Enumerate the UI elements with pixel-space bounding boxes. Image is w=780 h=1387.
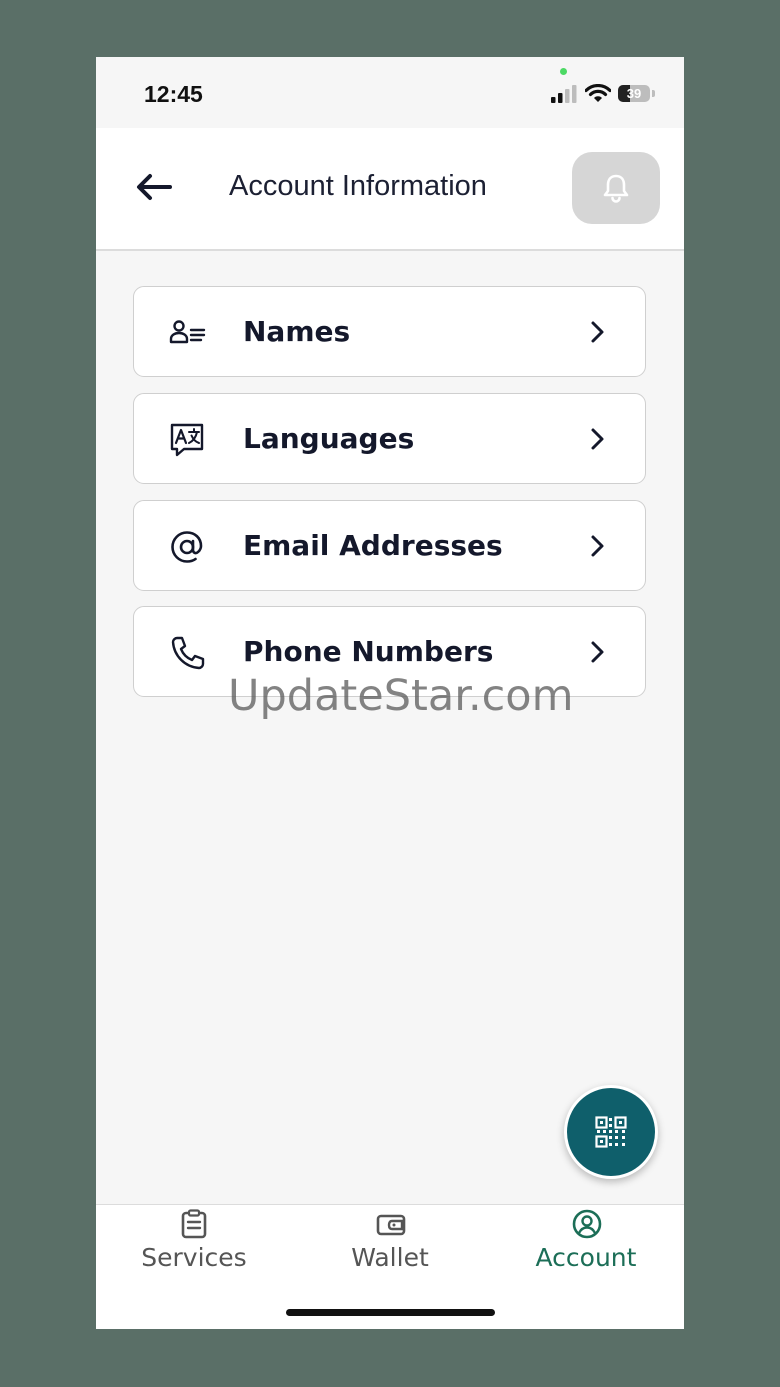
translate-icon: [170, 423, 204, 457]
menu-item-label: Names: [243, 315, 351, 348]
arrow-left-icon: [137, 174, 172, 200]
battery-percent: 39: [626, 86, 642, 101]
cellular-signal-icon: [551, 85, 577, 103]
qr-code-icon: [595, 1116, 627, 1148]
battery-icon: 39: [618, 85, 650, 102]
menu-item-names[interactable]: Names: [133, 286, 646, 377]
phone-screen: 12:45 39 Account Information Names Langu…: [96, 57, 684, 1329]
nav-label: Account: [535, 1243, 637, 1272]
chevron-right-icon: [591, 321, 604, 343]
watermark-text: UpdateStar.com: [228, 671, 574, 721]
bell-icon: [603, 174, 629, 203]
chevron-right-icon: [591, 428, 604, 450]
person-lines-icon: [169, 320, 206, 344]
home-indicator[interactable]: [286, 1309, 495, 1316]
user-circle-icon: [572, 1209, 602, 1239]
qr-scan-button[interactable]: [564, 1085, 658, 1179]
nav-label: Services: [141, 1243, 247, 1272]
menu-item-languages[interactable]: Languages: [133, 393, 646, 484]
back-button[interactable]: [134, 170, 176, 204]
status-time: 12:45: [144, 81, 203, 107]
clipboard-icon: [181, 1209, 207, 1239]
chevron-right-icon: [591, 535, 604, 557]
phone-icon: [171, 636, 205, 670]
chevron-right-icon: [591, 641, 604, 663]
nav-tab-account[interactable]: Account: [488, 1205, 684, 1295]
menu-item-label: Email Addresses: [243, 529, 503, 562]
menu-item-label: Languages: [243, 422, 415, 455]
page-title: Account Information: [229, 170, 487, 202]
app-header: Account Information: [96, 128, 684, 251]
menu-item-label: Phone Numbers: [243, 635, 494, 668]
notifications-button[interactable]: [572, 152, 660, 224]
battery-nub: [652, 90, 655, 97]
menu-item-email-addresses[interactable]: Email Addresses: [133, 500, 646, 591]
nav-tab-services[interactable]: Services: [96, 1205, 292, 1295]
camera-indicator-dot: [560, 68, 567, 75]
status-bar: 12:45 39: [96, 57, 684, 128]
wifi-icon: [585, 84, 611, 102]
wallet-icon: [376, 1214, 406, 1236]
nav-label: Wallet: [351, 1243, 429, 1272]
nav-tab-wallet[interactable]: Wallet: [292, 1205, 488, 1295]
at-sign-icon: [171, 531, 203, 563]
